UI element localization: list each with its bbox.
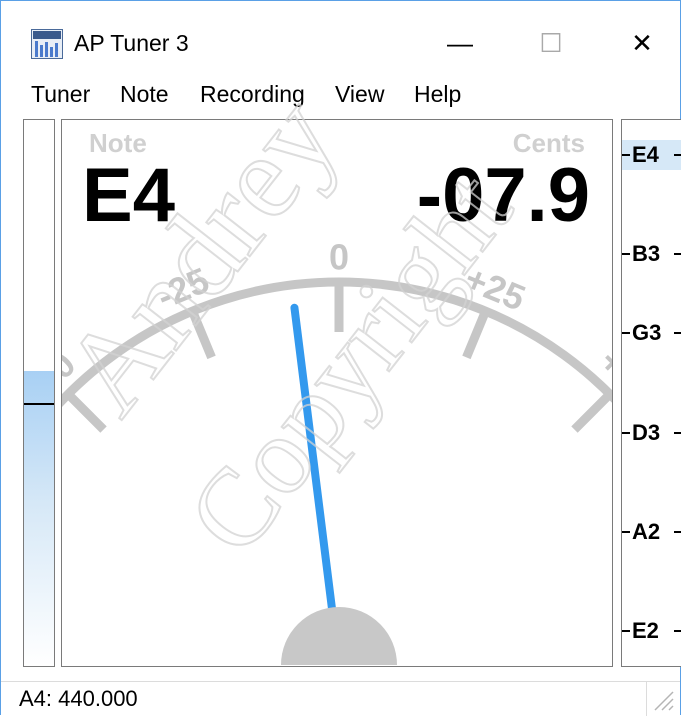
string-label: B3 — [632, 241, 661, 266]
tick-mark — [674, 432, 681, 434]
resize-grip-icon[interactable] — [651, 688, 675, 712]
needle-pivot — [281, 607, 397, 665]
tick-mark — [622, 332, 630, 334]
window-title: AP Tuner 3 — [74, 30, 189, 56]
reference-pitch: A4: 440.000 — [19, 686, 138, 711]
string-item-e4[interactable]: E4 — [622, 140, 681, 170]
string-label: E4 — [632, 142, 659, 167]
string-item-b3[interactable]: B3 — [622, 239, 681, 269]
string-label: E2 — [632, 618, 659, 643]
string-label: G3 — [632, 320, 662, 345]
tuning-needle — [290, 303, 337, 615]
tick-mark — [674, 630, 681, 632]
tick-mark — [674, 154, 681, 156]
tick-mark — [622, 253, 630, 255]
string-item-d3[interactable]: D3 — [622, 418, 681, 448]
app-window: AP Tuner 3 — ☐ ✕ Tuner Note Recording Vi… — [0, 0, 681, 716]
gauge-tick — [66, 392, 107, 433]
tuner-display: -50 -25 0 +25 +50 Note Cents E4 -07.9 — [61, 119, 613, 667]
maximize-button[interactable]: ☐ — [522, 19, 580, 67]
tick-mark — [622, 531, 630, 533]
string-scale: E4 B3 G3 D3 A2 E2 — [621, 119, 681, 667]
minimize-button[interactable]: — — [431, 19, 489, 67]
menu-help[interactable]: Help — [414, 81, 461, 108]
input-level-fill — [24, 371, 54, 666]
close-icon: ✕ — [631, 27, 653, 58]
string-item-a2[interactable]: A2 — [622, 517, 681, 547]
maximize-icon: ☐ — [539, 27, 563, 58]
app-icon — [31, 29, 63, 59]
gauge-tick — [189, 311, 216, 360]
gauge-tick — [571, 392, 612, 433]
menu-recording[interactable]: Recording — [200, 81, 305, 108]
menu-tuner[interactable]: Tuner — [31, 81, 90, 108]
gauge-tick — [462, 311, 489, 360]
tick-mark — [674, 253, 681, 255]
string-label: D3 — [632, 420, 661, 445]
tick-mark — [674, 332, 681, 334]
note-value: E4 — [82, 153, 175, 238]
menu-view[interactable]: View — [335, 81, 384, 108]
input-level-meter — [23, 119, 55, 667]
status-bar: A4: 440.000 — [1, 681, 680, 716]
tick-mark — [674, 531, 681, 533]
input-level-marker — [24, 403, 54, 406]
tick-mark — [622, 154, 630, 156]
close-button[interactable]: ✕ — [613, 19, 671, 67]
status-divider — [646, 682, 647, 716]
cents-value: -07.9 — [416, 153, 590, 238]
string-label: A2 — [632, 519, 661, 544]
gauge-ticks — [66, 284, 612, 433]
minimize-icon: — — [447, 27, 473, 58]
string-item-g3[interactable]: G3 — [622, 318, 681, 348]
title-bar[interactable]: AP Tuner 3 — ☐ ✕ — [1, 1, 680, 67]
string-item-e2[interactable]: E2 — [622, 616, 681, 646]
gauge-scale-label: 0 — [329, 237, 349, 278]
tick-mark — [622, 432, 630, 434]
menu-note[interactable]: Note — [120, 81, 169, 108]
tick-mark — [622, 630, 630, 632]
menu-bar: Tuner Note Recording View Help — [1, 77, 680, 113]
